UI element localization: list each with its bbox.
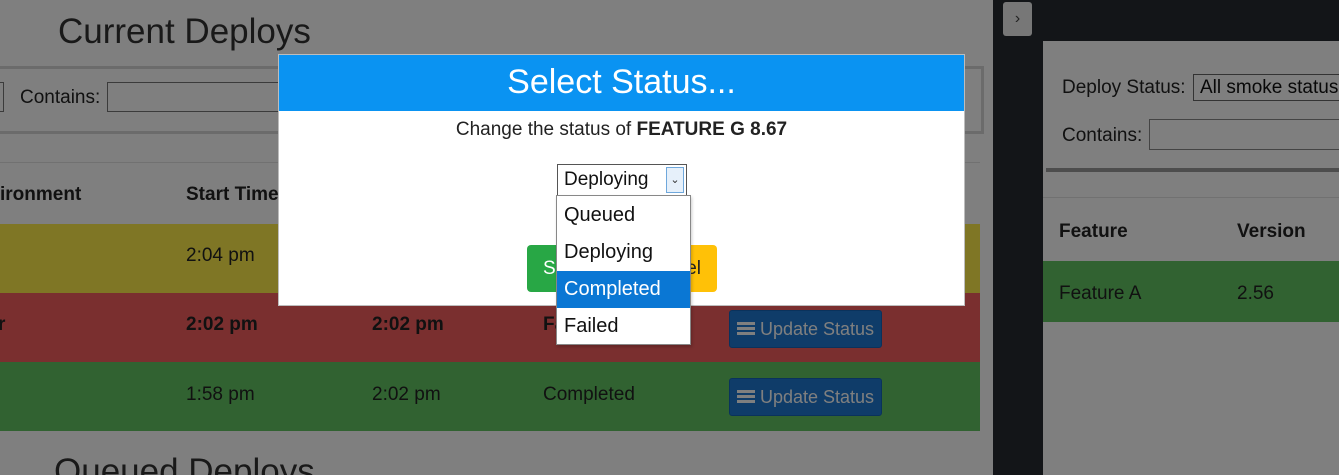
status-dropdown-list: Queued Deploying Completed Failed [556, 195, 691, 345]
status-option-completed[interactable]: Completed [557, 271, 690, 308]
status-option-failed[interactable]: Failed [557, 308, 690, 345]
status-select-value: Deploying [564, 169, 649, 190]
status-select[interactable]: Deploying ⌄ [557, 164, 687, 196]
modal-title: Select Status... [279, 55, 964, 111]
status-option-queued[interactable]: Queued [557, 197, 690, 234]
status-option-deploying[interactable]: Deploying [557, 234, 690, 271]
chevron-down-icon: ⌄ [666, 167, 684, 193]
feature-name: FEATURE G 8.67 [636, 119, 788, 140]
modal-message: Change the status of FEATURE G 8.67 [279, 119, 964, 141]
modal-message-prefix: Change the status of [455, 119, 637, 140]
